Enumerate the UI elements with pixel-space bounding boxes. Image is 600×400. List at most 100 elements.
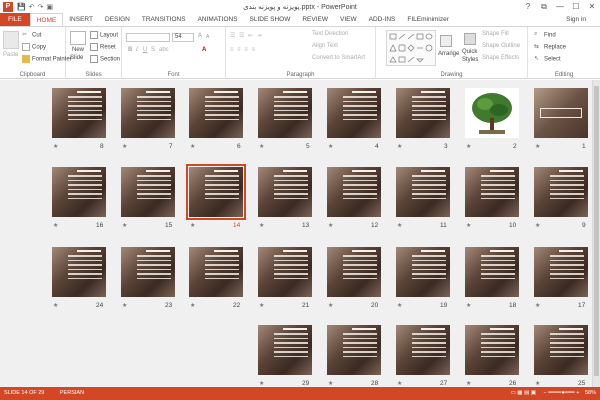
italic-icon[interactable]: I bbox=[136, 47, 138, 53]
text-direction-button[interactable]: Text Direction bbox=[312, 31, 348, 37]
shapes-gallery[interactable] bbox=[386, 30, 436, 66]
slide-thumbnail[interactable] bbox=[327, 247, 381, 297]
slide-thumbnail[interactable] bbox=[121, 88, 175, 138]
slide-thumbnail[interactable] bbox=[258, 325, 312, 375]
transition-star-icon[interactable]: ★ bbox=[122, 143, 127, 150]
align-icons[interactable]: ≡ ≡ ≡ ≡ bbox=[230, 47, 256, 53]
slide-thumbnail[interactable] bbox=[121, 247, 175, 297]
transition-star-icon[interactable]: ★ bbox=[466, 143, 471, 150]
replace-button[interactable]: ⇆ Replace bbox=[534, 43, 566, 51]
shape-outline-button[interactable]: Shape Outline bbox=[482, 43, 520, 49]
transition-star-icon[interactable]: ★ bbox=[259, 302, 264, 309]
select-button[interactable]: ↖ Select bbox=[534, 55, 561, 63]
slide-sorter-pane[interactable]: 8 ★ 7 ★ 6 ★ 5 ★ 4 ★ 3 ★ 2 ★ 1 ★ 16 ★ 15 ★ 14 ★ 13 ★ 12 ★ 11 ★ 10 ★ 9 ★ 2… bbox=[0, 80, 600, 387]
reset-button[interactable]: Reset bbox=[90, 43, 116, 51]
tab-transitions[interactable]: TRANSITIONS bbox=[136, 13, 192, 26]
tab-fileminimizer[interactable]: FILEminimizer bbox=[401, 13, 455, 26]
section-button[interactable]: Section bbox=[90, 55, 120, 63]
slide-thumbnail[interactable] bbox=[189, 88, 243, 138]
transition-star-icon[interactable]: ★ bbox=[466, 222, 471, 229]
tab-animations[interactable]: ANIMATIONS bbox=[192, 13, 244, 26]
slide-thumbnail[interactable] bbox=[52, 88, 106, 138]
close-button[interactable]: ✕ bbox=[584, 0, 600, 13]
tab-add-ins[interactable]: ADD-INS bbox=[363, 13, 402, 26]
zoom-slider[interactable]: − ━━━━●━━━ + bbox=[543, 390, 579, 396]
transition-star-icon[interactable]: ★ bbox=[397, 302, 402, 309]
minimize-button[interactable]: — bbox=[552, 0, 568, 13]
transition-star-icon[interactable]: ★ bbox=[397, 222, 402, 229]
tab-view[interactable]: VIEW bbox=[334, 13, 363, 26]
slide-thumbnail[interactable] bbox=[465, 247, 519, 297]
slide-thumbnail[interactable] bbox=[189, 247, 243, 297]
slide-thumbnail[interactable] bbox=[396, 167, 450, 217]
slide-thumbnail[interactable] bbox=[258, 88, 312, 138]
redo-icon[interactable]: ↷ bbox=[38, 3, 44, 11]
find-button[interactable]: ⌕ Find bbox=[534, 31, 556, 39]
tab-review[interactable]: REVIEW bbox=[296, 13, 334, 26]
slide-thumbnail[interactable] bbox=[534, 167, 588, 217]
quick-styles-button-line2[interactable]: Styles bbox=[462, 57, 478, 63]
help-button[interactable]: ? bbox=[520, 0, 536, 13]
transition-star-icon[interactable]: ★ bbox=[190, 222, 195, 229]
tab-design[interactable]: DESIGN bbox=[99, 13, 136, 26]
slide-thumbnail[interactable] bbox=[465, 167, 519, 217]
transition-star-icon[interactable]: ★ bbox=[466, 380, 471, 387]
slide-thumbnail[interactable] bbox=[327, 325, 381, 375]
slide-thumbnail[interactable] bbox=[258, 167, 312, 217]
slide-thumbnail[interactable] bbox=[534, 88, 588, 138]
view-buttons[interactable]: ▭ ▦ ▤ ▣ bbox=[511, 390, 536, 396]
sign-in-link[interactable]: Sign in bbox=[566, 13, 586, 27]
slide-thumbnail[interactable] bbox=[396, 88, 450, 138]
new-slide-button[interactable]: New bbox=[72, 47, 84, 53]
slide-thumbnail[interactable] bbox=[121, 167, 175, 217]
transition-star-icon[interactable]: ★ bbox=[535, 302, 540, 309]
quick-styles-button[interactable]: Quick bbox=[462, 49, 477, 55]
slide-thumbnail[interactable] bbox=[534, 325, 588, 375]
cut-button[interactable]: ✂ Cut bbox=[22, 31, 41, 39]
scrollbar-thumb[interactable] bbox=[594, 86, 599, 376]
slide-thumbnail[interactable] bbox=[52, 167, 106, 217]
slide-thumbnail[interactable] bbox=[327, 88, 381, 138]
transition-star-icon[interactable]: ★ bbox=[259, 380, 264, 387]
paste-icon[interactable] bbox=[3, 31, 19, 49]
transition-star-icon[interactable]: ★ bbox=[53, 222, 58, 229]
font-color-icon[interactable]: A bbox=[202, 47, 206, 53]
slide-thumbnail[interactable] bbox=[186, 164, 246, 220]
bold-icon[interactable]: B bbox=[128, 47, 132, 53]
shape-effects-button[interactable]: Shape Effects bbox=[482, 55, 519, 61]
transition-star-icon[interactable]: ★ bbox=[328, 302, 333, 309]
paste-button[interactable]: Paste bbox=[3, 52, 18, 58]
tab-home[interactable]: HOME bbox=[29, 13, 64, 26]
format-painter-button[interactable]: Format Painter bbox=[22, 55, 72, 63]
transition-star-icon[interactable]: ★ bbox=[535, 222, 540, 229]
zoom-level[interactable]: 58% bbox=[585, 390, 596, 396]
tab-slide-show[interactable]: SLIDE SHOW bbox=[244, 13, 297, 26]
quick-styles-icon[interactable] bbox=[464, 33, 476, 45]
transition-star-icon[interactable]: ★ bbox=[328, 222, 333, 229]
strikethrough-icon[interactable]: abc bbox=[159, 47, 169, 53]
slide-thumbnail[interactable] bbox=[327, 167, 381, 217]
slide-thumbnail[interactable] bbox=[396, 247, 450, 297]
shape-fill-button[interactable]: Shape Fill bbox=[482, 31, 509, 37]
slide-thumbnail[interactable] bbox=[258, 247, 312, 297]
transition-star-icon[interactable]: ★ bbox=[328, 143, 333, 150]
ribbon-display-button[interactable]: ⧉ bbox=[536, 0, 552, 13]
font-size-combo[interactable]: 54 bbox=[172, 33, 194, 42]
maximize-button[interactable]: ☐ bbox=[568, 0, 584, 13]
slide-thumbnail[interactable] bbox=[534, 247, 588, 297]
transition-star-icon[interactable]: ★ bbox=[122, 302, 127, 309]
transition-star-icon[interactable]: ★ bbox=[397, 143, 402, 150]
align-text-button[interactable]: Align Text bbox=[312, 43, 338, 49]
slide-thumbnail[interactable] bbox=[396, 325, 450, 375]
transition-star-icon[interactable]: ★ bbox=[535, 143, 540, 150]
transition-star-icon[interactable]: ★ bbox=[397, 380, 402, 387]
transition-star-icon[interactable]: ★ bbox=[328, 380, 333, 387]
transition-star-icon[interactable]: ★ bbox=[259, 222, 264, 229]
slide-thumbnail[interactable] bbox=[52, 247, 106, 297]
transition-star-icon[interactable]: ★ bbox=[122, 222, 127, 229]
arrange-icon[interactable] bbox=[440, 35, 452, 47]
transition-star-icon[interactable]: ★ bbox=[466, 302, 471, 309]
list-icons[interactable]: ☰ ☰ ⇤ ⇥ bbox=[230, 32, 263, 39]
convert-smartart-button[interactable]: Convert to SmartArt bbox=[312, 55, 365, 61]
tab-insert[interactable]: INSERT bbox=[63, 13, 99, 26]
